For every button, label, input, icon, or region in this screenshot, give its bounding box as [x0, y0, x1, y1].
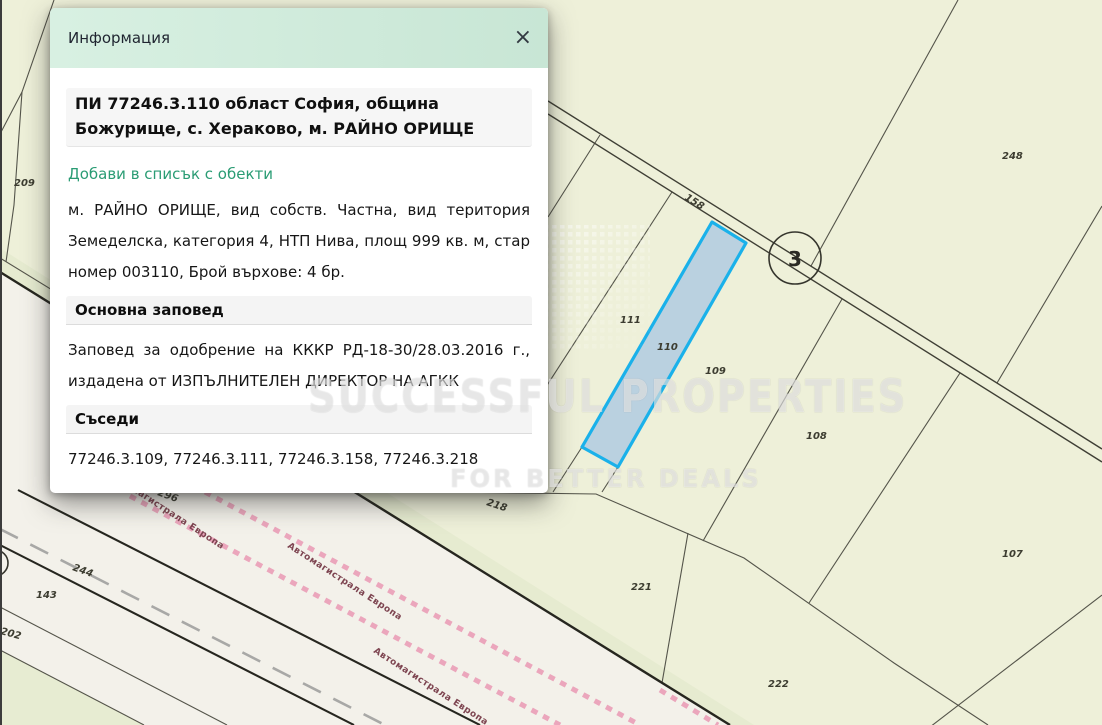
section-text-neighbours: 77246.3.109, 77246.3.111, 77246.3.158, 7… [68, 444, 530, 475]
parcel-label-111: 111 [620, 315, 641, 326]
road-number-label: 3 [788, 247, 802, 271]
parcel-label-110: 110 [657, 342, 678, 353]
parcel-label-108: 108 [806, 431, 827, 442]
add-to-list-link[interactable]: Добави в списък с обекти [68, 165, 273, 183]
close-icon[interactable]: × [514, 27, 532, 49]
popup-title: Информация [68, 29, 170, 47]
section-title-neighbours: Съседи [66, 405, 532, 434]
popup-body: ПИ 77246.3.110 област София, община Божу… [50, 68, 548, 475]
parcel-label-209: 209 [14, 178, 35, 189]
popup-header: Информация × [50, 8, 548, 68]
halftone-watermark [540, 225, 650, 350]
section-text-order: Заповед за одобрение на КККР РД-18-30/28… [68, 335, 530, 397]
parcel-label-248: 248 [1002, 151, 1023, 162]
parcel-label-143: 143 [36, 590, 57, 601]
parcel-heading: ПИ 77246.3.110 област София, община Божу… [66, 88, 532, 147]
info-popup: Информация × ПИ 77246.3.110 област София… [50, 8, 548, 493]
parcel-label-221: 221 [631, 582, 652, 593]
parcel-label-109: 109 [705, 366, 726, 377]
section-title-order: Основна заповед [66, 296, 532, 325]
window-left-edge [0, 0, 2, 725]
map-screen: Автомагистрала Европа Автомагистрала Евр… [0, 0, 1102, 725]
parcel-label-222: 222 [768, 679, 789, 690]
parcel-details: м. РАЙНО ОРИЩЕ, вид собств. Частна, вид … [68, 195, 530, 288]
parcel-label-107: 107 [1002, 549, 1023, 560]
